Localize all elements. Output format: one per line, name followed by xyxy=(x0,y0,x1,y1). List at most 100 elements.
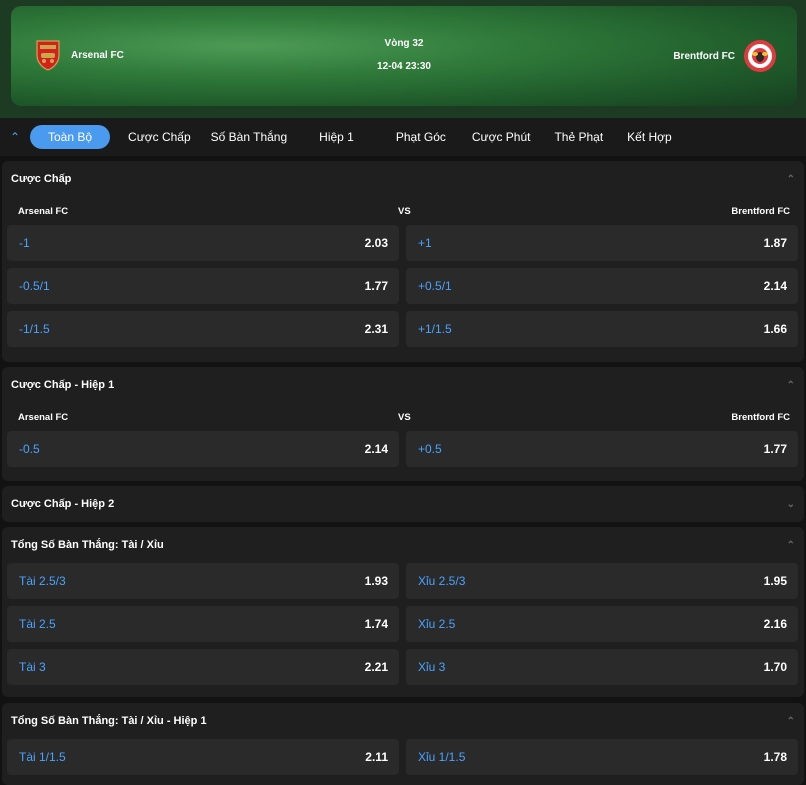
odds-cell-home[interactable]: -0.5 2.14 xyxy=(7,431,399,467)
odds-value: 1.78 xyxy=(763,750,787,764)
odds-cell-away[interactable]: +1/1.5 1.66 xyxy=(406,311,798,347)
odds-value: 1.87 xyxy=(763,236,787,250)
odds-line: Tài 3 xyxy=(19,660,46,674)
section-title: Tổng Số Bàn Thắng: Tài / Xỉu xyxy=(11,539,164,551)
chevron-down-icon[interactable]: ⌄ xyxy=(787,499,795,510)
odds-line: Xỉu 2.5 xyxy=(418,617,456,631)
odds-value: 2.31 xyxy=(364,322,388,336)
double-chevron-up-icon[interactable]: ⌃ xyxy=(0,130,30,144)
odds-value: 1.77 xyxy=(763,442,787,456)
odds-value: 2.11 xyxy=(365,750,388,764)
tab-combo[interactable]: Kết Hợp xyxy=(617,125,682,149)
round-label: Vòng 32 xyxy=(384,38,424,49)
match-header: Arsenal FC Vòng 32 12-04 23:30 Brentford… xyxy=(0,0,806,118)
odds-line: -0.5 xyxy=(19,442,40,456)
odds-line: +0.5/1 xyxy=(418,279,452,293)
away-label: Brentford FC xyxy=(731,411,790,423)
home-label: Arsenal FC xyxy=(18,205,69,217)
odds-row: -0.5/1 1.77 +0.5/1 2.14 xyxy=(2,268,804,304)
tab-total-goals[interactable]: Số Bàn Thắng xyxy=(201,125,298,149)
odds-line: -0.5/1 xyxy=(19,279,50,293)
odds-value: 2.16 xyxy=(763,617,787,631)
away-team-name: Brentford FC xyxy=(673,50,735,62)
odds-value: 1.95 xyxy=(763,574,787,588)
odds-row: Tài 3 2.21 Xỉu 3 1.70 xyxy=(2,649,804,685)
chevron-up-icon[interactable]: ⌃ xyxy=(787,380,795,391)
odds-cell-away[interactable]: +0.5/1 2.14 xyxy=(406,268,798,304)
tab-all[interactable]: Toàn Bộ xyxy=(30,125,111,149)
tab-corners[interactable]: Phạt Góc xyxy=(386,125,456,149)
section-header[interactable]: Tổng Số Bàn Thắng: Tài / Xỉu - Hiệp 1 ⌃ xyxy=(2,703,804,739)
vs-label: VS xyxy=(398,411,411,423)
odds-value: 1.93 xyxy=(364,574,388,588)
brentford-crest-icon xyxy=(744,40,776,72)
odds-value: 1.74 xyxy=(364,617,388,631)
odds-line: +1/1.5 xyxy=(418,322,452,336)
odds-row: Tài 2.5/3 1.93 Xỉu 2.5/3 1.95 xyxy=(2,563,804,599)
section-title: Cược Chấp - Hiệp 2 xyxy=(11,498,115,510)
odds-line: -1/1.5 xyxy=(19,322,50,336)
market-tabs: ⌃ Toàn Bộ Cược Chấp Số Bàn Thắng Hiệp 1 … xyxy=(0,118,806,156)
odds-cell-home[interactable]: -1 2.03 xyxy=(7,225,399,261)
odds-cell-over[interactable]: Tài 3 2.21 xyxy=(7,649,399,685)
section-header[interactable]: Tổng Số Bàn Thắng: Tài / Xỉu ⌃ xyxy=(2,527,804,563)
teams-row: Arsenal FC VS Brentford FC xyxy=(2,403,804,431)
odds-cell-home[interactable]: -0.5/1 1.77 xyxy=(7,268,399,304)
tab-minute-bets[interactable]: Cược Phút xyxy=(462,125,541,149)
odds-value: 2.14 xyxy=(763,279,787,293)
odds-row: -1 2.03 +1 1.87 xyxy=(2,225,804,261)
section-title: Tổng Số Bàn Thắng: Tài / Xỉu - Hiệp 1 xyxy=(11,715,207,727)
section-title: Cược Chấp - Hiệp 1 xyxy=(11,379,115,391)
odds-line: +0.5 xyxy=(418,442,442,456)
odds-cell-away[interactable]: +0.5 1.77 xyxy=(406,431,798,467)
odds-value: 1.66 xyxy=(763,322,787,336)
odds-cell-under[interactable]: Xỉu 3 1.70 xyxy=(406,649,798,685)
odds-line: -1 xyxy=(19,236,30,250)
odds-value: 2.21 xyxy=(364,660,388,674)
section-header[interactable]: Cược Chấp ⌃ xyxy=(2,161,804,197)
odds-cell-home[interactable]: -1/1.5 2.31 xyxy=(7,311,399,347)
odds-row: Tài 1/1.5 2.11 Xỉu 1/1.5 1.78 xyxy=(2,739,804,775)
tab-cards[interactable]: Thẻ Phạt xyxy=(544,125,613,149)
odds-value: 2.03 xyxy=(364,236,388,250)
odds-line: Xỉu 2.5/3 xyxy=(418,574,466,588)
match-banner: Arsenal FC Vòng 32 12-04 23:30 Brentford… xyxy=(11,6,797,106)
section-total-goals-first-half: Tổng Số Bàn Thắng: Tài / Xỉu - Hiệp 1 ⌃ … xyxy=(2,703,804,785)
odds-cell-under[interactable]: Xỉu 2.5 2.16 xyxy=(406,606,798,642)
vs-label: VS xyxy=(398,205,411,217)
odds-cell-away[interactable]: +1 1.87 xyxy=(406,225,798,261)
odds-cell-over[interactable]: Tài 1/1.5 2.11 xyxy=(7,739,399,775)
odds-row: Tài 2.5 1.74 Xỉu 2.5 2.16 xyxy=(2,606,804,642)
odds-row: -1/1.5 2.31 +1/1.5 1.66 xyxy=(2,311,804,347)
odds-line: Tài 2.5/3 xyxy=(19,574,66,588)
odds-cell-over[interactable]: Tài 2.5/3 1.93 xyxy=(7,563,399,599)
odds-cell-over[interactable]: Tài 2.5 1.74 xyxy=(7,606,399,642)
home-label: Arsenal FC xyxy=(18,411,69,423)
section-title: Cược Chấp xyxy=(11,173,72,185)
odds-value: 2.14 xyxy=(364,442,388,456)
section-handicap: Cược Chấp ⌃ Arsenal FC VS Brentford FC -… xyxy=(2,161,804,362)
section-header[interactable]: Cược Chấp - Hiệp 1 ⌃ xyxy=(2,367,804,403)
section-handicap-first-half: Cược Chấp - Hiệp 1 ⌃ Arsenal FC VS Brent… xyxy=(2,367,804,481)
chevron-up-icon[interactable]: ⌃ xyxy=(787,716,795,727)
section-header[interactable]: Cược Chấp - Hiệp 2 ⌄ xyxy=(2,486,804,522)
odds-line: Xỉu 3 xyxy=(418,660,446,674)
away-team: Brentford FC xyxy=(673,39,777,73)
odds-value: 1.77 xyxy=(364,279,388,293)
section-handicap-second-half[interactable]: Cược Chấp - Hiệp 2 ⌄ xyxy=(2,486,804,522)
odds-line: Tài 1/1.5 xyxy=(19,750,66,764)
section-total-goals: Tổng Số Bàn Thắng: Tài / Xỉu ⌃ Tài 2.5/3… xyxy=(2,527,804,697)
away-label: Brentford FC xyxy=(731,205,790,217)
odds-value: 1.70 xyxy=(763,660,787,674)
tab-first-half[interactable]: Hiệp 1 xyxy=(309,125,364,149)
odds-line: Tài 2.5 xyxy=(19,617,56,631)
tab-handicap[interactable]: Cược Chấp xyxy=(118,125,201,149)
chevron-up-icon[interactable]: ⌃ xyxy=(787,540,795,551)
odds-cell-under[interactable]: Xỉu 1/1.5 1.78 xyxy=(406,739,798,775)
odds-line: Xỉu 1/1.5 xyxy=(418,750,466,764)
odds-row: -0.5 2.14 +0.5 1.77 xyxy=(2,431,804,467)
teams-row: Arsenal FC VS Brentford FC xyxy=(2,197,804,225)
chevron-up-icon[interactable]: ⌃ xyxy=(787,174,795,185)
odds-line: +1 xyxy=(418,236,432,250)
odds-cell-under[interactable]: Xỉu 2.5/3 1.95 xyxy=(406,563,798,599)
